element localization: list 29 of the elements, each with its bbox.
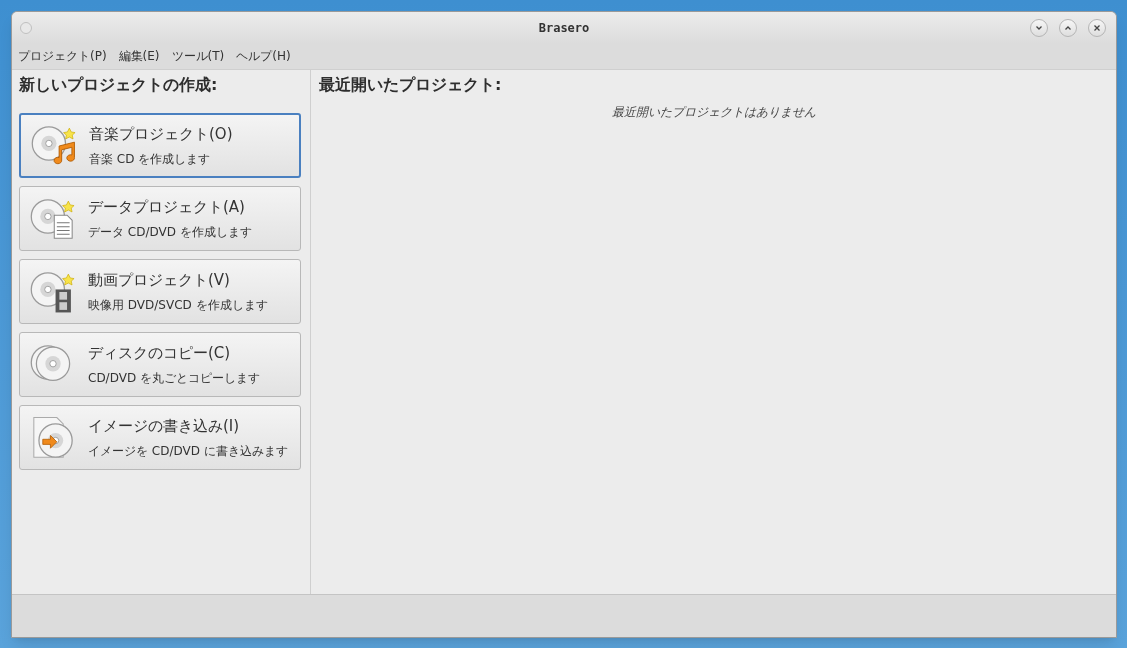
project-type-description: データ CD/DVD を作成します [88,223,252,241]
section-heading: 新しいプロジェクトの作成: [19,74,219,96]
window-title: Brasero [538,19,590,37]
menu-item[interactable]: ツール(T) [171,47,225,65]
project-type-title: ディスクのコピー(C) [88,343,232,365]
project-type-description: CD/DVD を丸ごとコピーします [88,369,260,387]
project-type-button[interactable]: 音楽プロジェクト(O) 音楽 CD を作成します [19,113,301,178]
minimize-button[interactable] [1030,18,1048,37]
project-type-title: 動画プロジェクト(V) [88,270,231,292]
project-type-title: データプロジェクト(A) [88,197,246,219]
project-type-description: 音楽 CD を作成します [89,150,212,168]
menu-item[interactable]: ヘルプ(H) [236,47,291,65]
disc-image-file-icon [30,414,76,461]
project-type-description: 映像用 DVD/SVCD を作成します [88,296,268,314]
menu-item[interactable]: プロジェクト(P) [18,47,107,65]
close-icon [1093,23,1101,32]
project-type-title: イメージの書き込み(I) [88,416,241,438]
empty-message: 最近開いたプロジェクトはありません [611,104,816,121]
project-type-button[interactable]: ディスクのコピー(C) CD/DVD を丸ごとコピーします [19,332,301,397]
project-type-button[interactable]: イメージの書き込み(I) イメージを CD/DVD に書き込みます [19,405,301,470]
chevron-down-icon [1035,23,1043,32]
project-type-button[interactable]: 動画プロジェクト(V) 映像用 DVD/SVCD を作成します [19,259,301,324]
project-type-title: 音楽プロジェクト(O) [89,124,233,146]
project-type-description: イメージを CD/DVD に書き込みます [88,442,288,460]
project-type-button[interactable]: データプロジェクト(A) データ CD/DVD を作成します [19,186,301,251]
maximize-button[interactable] [1059,18,1077,37]
section-heading: 最近開いたプロジェクト: [319,74,503,96]
menu-item[interactable]: 編集(E) [118,47,160,65]
close-button[interactable] [1088,18,1106,37]
